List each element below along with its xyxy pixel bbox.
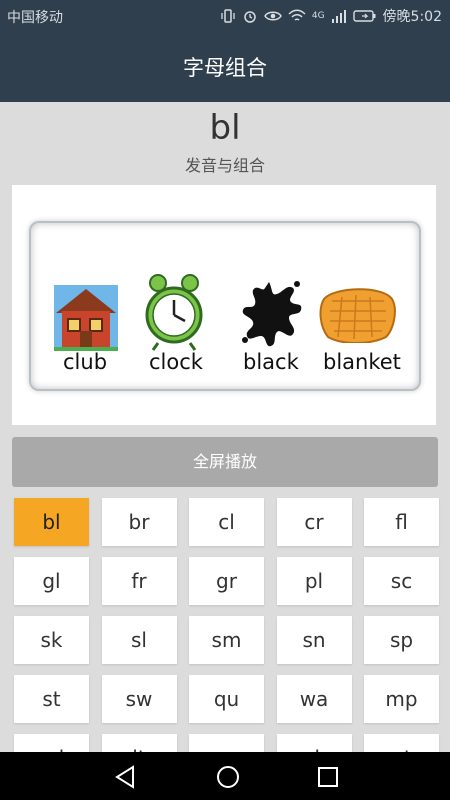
home-icon[interactable]	[215, 764, 241, 790]
picture-frame: club clock black blanket	[29, 221, 421, 391]
grid-item-wa[interactable]: wa	[276, 675, 352, 723]
combo-header: bl 发音与组合	[0, 104, 450, 176]
grid-item-sp[interactable]: sp	[364, 616, 439, 664]
grid-item-cl[interactable]: cl	[189, 498, 264, 546]
grid-item-cr[interactable]: cr	[276, 498, 352, 546]
grid-item-bl[interactable]: bl	[14, 498, 89, 546]
combo-subtitle: 发音与组合	[184, 156, 265, 175]
grid-item-sn[interactable]: sn	[276, 616, 352, 664]
status-icons: 4G 傍晚5:02	[220, 6, 442, 26]
signal-icon	[331, 10, 346, 23]
combo-letters: bl	[209, 108, 241, 148]
back-icon[interactable]	[113, 764, 139, 790]
grid-item-fl[interactable]: fl	[364, 498, 439, 546]
black-splat-illustration	[242, 281, 302, 347]
grid-item-sm[interactable]: sm	[189, 616, 264, 664]
eye-icon	[264, 11, 282, 21]
word-black: black	[243, 350, 299, 374]
example-picture: club clock black blanket	[12, 185, 436, 425]
grid-item-sl[interactable]: sl	[101, 616, 177, 664]
alarm-clock-illustration	[145, 274, 203, 351]
clubhouse-illustration	[54, 285, 118, 351]
wifi-icon	[288, 9, 306, 21]
grid-item-qu[interactable]: qu	[189, 675, 264, 723]
vibrate-icon	[221, 9, 235, 23]
alarm-icon	[244, 11, 256, 23]
blanket-illustration	[319, 288, 396, 343]
grid-item-st[interactable]: st	[14, 675, 89, 723]
clock-label: 傍晚5:02	[382, 9, 442, 25]
page-title: 字母组合	[183, 56, 267, 80]
grid-item-gl[interactable]: gl	[14, 557, 89, 605]
grid-item-sk[interactable]: sk	[14, 616, 89, 664]
recents-icon[interactable]	[315, 764, 341, 790]
grid-item-sc[interactable]: sc	[364, 557, 439, 605]
carrier-label: 中国移动	[7, 10, 63, 26]
battery-icon	[352, 10, 376, 22]
network-label: 4G	[311, 11, 325, 21]
fullscreen-play-button[interactable]: 全屏播放	[12, 437, 438, 487]
grid-item-mp[interactable]: mp	[364, 675, 439, 723]
status-bar: 中国移动 4G 傍晚5:02	[0, 0, 450, 32]
app-bar: 字母组合	[0, 32, 450, 102]
grid-item-pl[interactable]: pl	[276, 557, 352, 605]
word-club: club	[63, 350, 108, 374]
grid-item-sw[interactable]: sw	[101, 675, 177, 723]
navigation-bar	[0, 752, 450, 800]
word-blanket: blanket	[323, 350, 401, 374]
grid-item-fr[interactable]: fr	[101, 557, 177, 605]
word-clock: clock	[149, 350, 203, 374]
grid-item-br[interactable]: br	[101, 498, 177, 546]
grid-item-gr[interactable]: gr	[189, 557, 264, 605]
